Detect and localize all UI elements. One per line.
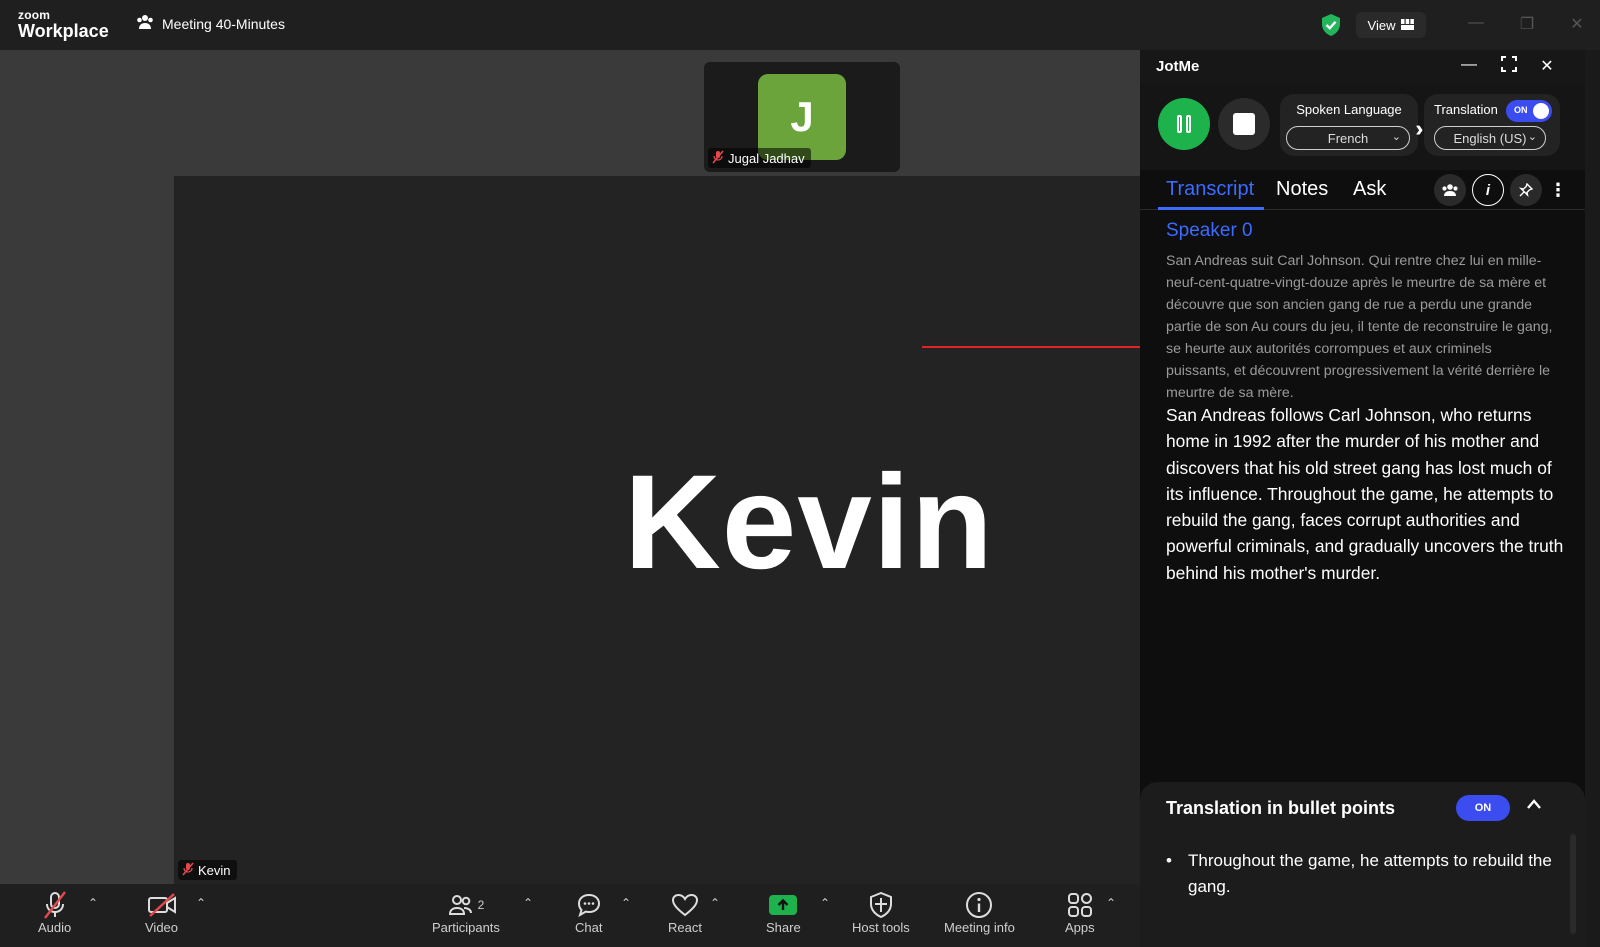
react-options-chevron-icon[interactable]: ⌃ bbox=[710, 896, 720, 910]
list-item: Throughout the game, he attempts to rebu… bbox=[1166, 848, 1562, 900]
muted-mic-icon bbox=[42, 890, 68, 920]
view-button[interactable]: View bbox=[1356, 12, 1426, 38]
thumb-name-label: Jugal Jadhav bbox=[708, 148, 811, 168]
share-button[interactable]: Share bbox=[766, 890, 801, 935]
bullet-points-panel: San Andreas suit features Carl Johnson. … bbox=[1140, 782, 1585, 947]
translated-transcript-text: San Andreas follows Carl Johnson, who re… bbox=[1166, 405, 1564, 583]
people-icon bbox=[136, 14, 154, 33]
chevron-down-icon: ⌄ bbox=[1527, 131, 1537, 143]
share-options-chevron-icon[interactable]: ⌃ bbox=[820, 896, 830, 910]
chevron-down-icon: ⌄ bbox=[1391, 131, 1401, 143]
jotme-title: JotMe bbox=[1156, 58, 1200, 75]
jotme-header: JotMe — ✕ bbox=[1140, 50, 1585, 84]
meeting-info-label: Meeting info bbox=[944, 920, 1015, 935]
meeting-title[interactable]: Meeting 40-Minutes bbox=[136, 14, 285, 33]
spoken-language-select[interactable]: French ⌄ bbox=[1286, 126, 1410, 150]
heart-icon bbox=[671, 890, 699, 920]
react-button[interactable]: React bbox=[668, 890, 702, 935]
video-button[interactable]: Video bbox=[145, 890, 178, 935]
translation-toggle-text: ON bbox=[1514, 105, 1528, 115]
host-tools-button[interactable]: Host tools bbox=[852, 890, 910, 935]
video-off-icon bbox=[147, 890, 177, 920]
restore-icon[interactable]: ❐ bbox=[1516, 14, 1538, 36]
host-tools-label: Host tools bbox=[852, 920, 910, 935]
jotme-tabs: Transcript Notes Ask i ⋮ bbox=[1140, 170, 1585, 210]
share-screen-icon bbox=[768, 890, 798, 920]
brand-bottom: Workplace bbox=[18, 21, 109, 41]
close-icon[interactable]: ✕ bbox=[1566, 14, 1588, 36]
meeting-toolbar: Audio ⌃ Video ⌃ 2 Participants ⌃ Chat ⌃ … bbox=[0, 884, 1140, 947]
scrollbar[interactable] bbox=[1570, 834, 1576, 934]
participants-button[interactable]: 2 Participants bbox=[432, 890, 500, 935]
participants-options-chevron-icon[interactable]: ⌃ bbox=[523, 896, 533, 910]
muted-mic-icon bbox=[712, 149, 724, 167]
apps-icon bbox=[1067, 890, 1093, 920]
translation-box: Translation ON English (US) ⌄ bbox=[1424, 94, 1560, 156]
minimize-icon[interactable]: — bbox=[1465, 14, 1487, 36]
video-label: Video bbox=[145, 920, 179, 935]
main-participant-name: Kevin bbox=[624, 448, 994, 597]
tab-transcript[interactable]: Transcript bbox=[1166, 178, 1254, 201]
translation-language-value: English (US) bbox=[1453, 130, 1527, 146]
share-label: Share bbox=[766, 920, 801, 935]
active-tab-underline bbox=[1158, 207, 1264, 210]
bullet-points-toggle[interactable]: ON bbox=[1456, 795, 1510, 821]
original-transcript-text: San Andreas suit Carl Johnson. Qui rentr… bbox=[1166, 253, 1553, 401]
info-icon[interactable]: i bbox=[1472, 174, 1504, 206]
annotation-arrow bbox=[922, 346, 1152, 348]
participants-icon: 2 bbox=[448, 890, 485, 920]
spoken-language-label: Spoken Language bbox=[1296, 102, 1402, 117]
grid-icon bbox=[1401, 18, 1415, 33]
view-label: View bbox=[1367, 17, 1396, 33]
speakers-icon[interactable] bbox=[1434, 174, 1466, 206]
pause-button[interactable] bbox=[1158, 98, 1210, 150]
expand-icon[interactable] bbox=[1498, 56, 1520, 78]
video-options-chevron-icon[interactable]: ⌃ bbox=[196, 896, 206, 910]
stop-button[interactable] bbox=[1218, 98, 1270, 150]
participants-count: 2 bbox=[477, 898, 485, 912]
main-name-label: Kevin bbox=[178, 860, 237, 880]
chat-button[interactable]: Chat bbox=[575, 890, 602, 935]
participant-thumbnail[interactable]: J Jugal Jadhav bbox=[704, 62, 900, 172]
audio-options-chevron-icon[interactable]: ⌃ bbox=[88, 896, 98, 910]
tab-notes[interactable]: Notes bbox=[1276, 178, 1328, 201]
brand-top: zoom bbox=[18, 8, 51, 22]
tab-ask[interactable]: Ask bbox=[1353, 178, 1386, 201]
minimize-icon[interactable]: — bbox=[1458, 56, 1480, 78]
thumb-name: Jugal Jadhav bbox=[728, 150, 805, 166]
spoken-language-value: French bbox=[1327, 130, 1369, 146]
audio-label: Audio bbox=[38, 920, 72, 935]
more-options-icon[interactable]: ⋮ bbox=[1542, 174, 1574, 206]
speaker-label: Speaker 0 bbox=[1166, 220, 1253, 241]
meeting-stage: J Jugal Jadhav Kevin Kevin bbox=[0, 50, 1140, 884]
meeting-info-button[interactable]: Meeting info bbox=[944, 890, 1015, 935]
recording-controls: Spoken Language French ⌄ ›› Translation … bbox=[1140, 84, 1585, 170]
close-icon[interactable]: ✕ bbox=[1536, 56, 1558, 78]
encryption-shield-icon[interactable] bbox=[1320, 13, 1342, 37]
chevron-up-icon[interactable] bbox=[1526, 794, 1542, 815]
main-video[interactable]: Kevin Kevin bbox=[174, 176, 1140, 884]
apps-label: Apps bbox=[1065, 920, 1095, 935]
apps-options-chevron-icon[interactable]: ⌃ bbox=[1106, 896, 1116, 910]
spoken-language-box: Spoken Language French ⌄ bbox=[1280, 94, 1418, 156]
chat-label: Chat bbox=[575, 920, 603, 935]
meeting-title-text: Meeting 40-Minutes bbox=[162, 15, 285, 32]
chat-icon bbox=[576, 890, 602, 920]
zoom-workplace-logo: zoom Workplace bbox=[18, 9, 109, 40]
muted-mic-icon bbox=[182, 861, 194, 879]
participants-label: Participants bbox=[432, 920, 500, 935]
chat-options-chevron-icon[interactable]: ⌃ bbox=[621, 896, 631, 910]
main-name: Kevin bbox=[198, 862, 231, 878]
shield-icon bbox=[869, 890, 893, 920]
title-bar: zoom Workplace Meeting 40-Minutes View —… bbox=[0, 0, 1600, 50]
react-label: React bbox=[668, 920, 702, 935]
translation-language-select[interactable]: English (US) ⌄ bbox=[1434, 126, 1546, 150]
bullet-points-title: Translation in bullet points bbox=[1166, 798, 1396, 818]
pin-icon[interactable] bbox=[1510, 174, 1542, 206]
apps-button[interactable]: Apps bbox=[1065, 890, 1095, 935]
audio-button[interactable]: Audio bbox=[38, 890, 71, 935]
translation-toggle[interactable]: ON bbox=[1506, 100, 1552, 122]
info-icon bbox=[965, 890, 993, 920]
